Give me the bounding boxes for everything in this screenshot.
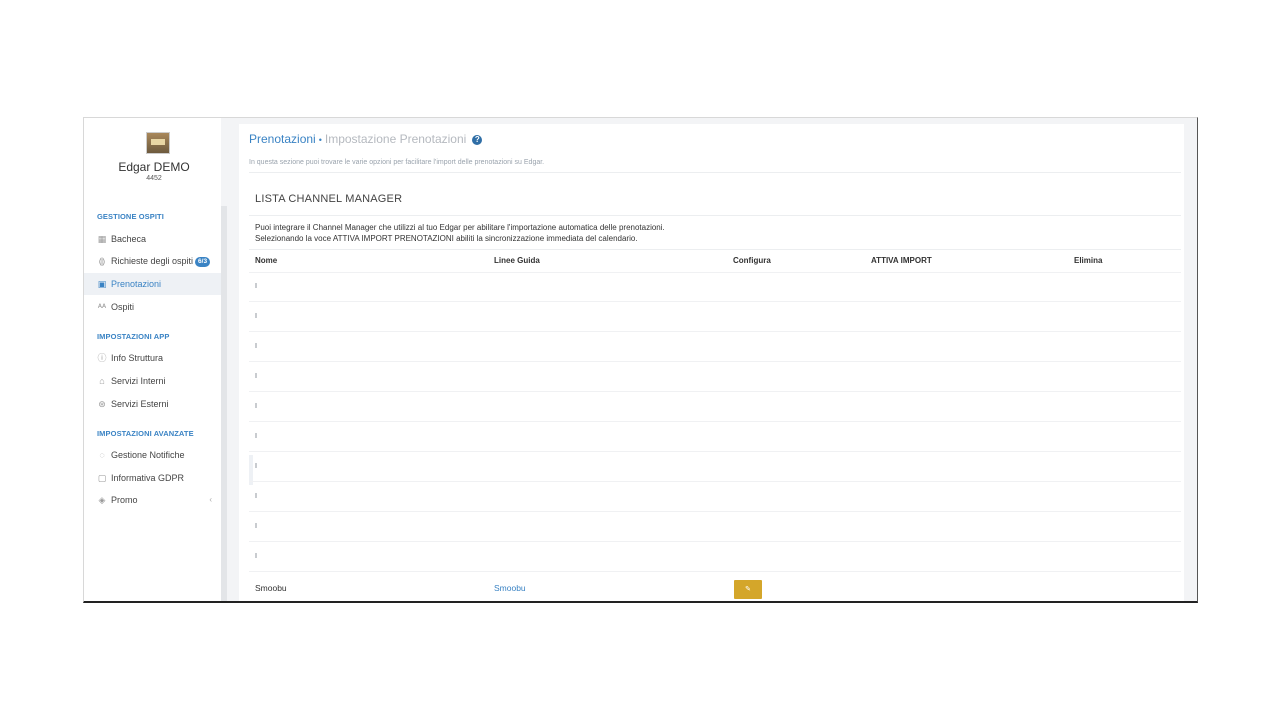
- sidebar: Edgar DEMO 4452 GESTIONE OSPITI ▦ Bacheca…: [84, 118, 222, 601]
- divider: [249, 249, 1181, 250]
- table-row-divider: [249, 602, 1181, 603]
- guests-icon: ᴬᴬ: [97, 302, 107, 312]
- sidebar-item-label: Promo: [111, 495, 138, 505]
- bell-icon: ⌂: [99, 376, 105, 386]
- lock-icon: ▢: [97, 473, 107, 483]
- table-row-stub: [255, 463, 257, 468]
- sidebar-item-ospiti[interactable]: ᴬᴬ Ospiti: [84, 296, 222, 318]
- column-header-linee-guida: Linee Guida: [494, 256, 540, 265]
- guide-link[interactable]: Smoobu: [494, 583, 526, 593]
- table-row-divider: [249, 571, 1181, 572]
- main-content: Prenotazioni • Impostazione Prenotazioni? …: [239, 124, 1184, 603]
- notification-icon: ◌: [99, 450, 105, 460]
- channel-name: Smoobu: [255, 583, 287, 593]
- table-row-divider: [249, 451, 1181, 452]
- sidebar-item-label: Bacheca: [111, 234, 147, 244]
- sidebar-item-label: Gestione Notifiche: [111, 450, 185, 460]
- sidebar-scrollbar[interactable]: [221, 206, 227, 601]
- table-row-divider: [249, 541, 1181, 542]
- column-header-attiva-import: ATTIVA IMPORT: [871, 256, 932, 265]
- sidebar-item-label: Info Struttura: [111, 353, 164, 363]
- section-gestione-ospiti: GESTIONE OSPITI: [97, 212, 164, 221]
- sidebar-item-label: Prenotazioni: [111, 279, 162, 289]
- table-row-divider: [249, 272, 1181, 273]
- sidebar-item-label: Informativa GDPR: [111, 473, 185, 483]
- external-icon: ⊛: [98, 399, 106, 409]
- calendar-icon: ▣: [97, 279, 107, 289]
- sidebar-item-informativa-gdpr[interactable]: ▢ Informativa GDPR: [84, 467, 222, 489]
- sidebar-item-label: Richieste degli ospiti: [111, 256, 194, 266]
- table-row-stub: [255, 493, 257, 498]
- info-icon: ⓘ: [97, 353, 107, 363]
- sidebar-item-servizi-esterni[interactable]: ⊛ Servizi Esterni: [84, 393, 222, 415]
- sidebar-item-servizi-interni[interactable]: ⌂ Servizi Interni: [84, 370, 222, 392]
- chevron-left-icon[interactable]: ‹: [209, 489, 212, 511]
- description-line-1: Puoi integrare il Channel Manager che ut…: [255, 223, 665, 232]
- page-title: Impostazione Prenotazioni: [324, 132, 467, 146]
- breadcrumb: Prenotazioni • Impostazione Prenotazioni?: [249, 132, 483, 146]
- tag-icon: ◈: [98, 495, 106, 505]
- sidebar-item-label: Ospiti: [111, 302, 135, 312]
- column-header-configura: Configura: [733, 256, 771, 265]
- sidebar-item-prenotazioni[interactable]: ▣ Prenotazioni: [84, 273, 222, 295]
- section-impostazioni-avanzate: IMPOSTAZIONI AVANZATE: [97, 429, 194, 438]
- user-name: Edgar DEMO: [118, 160, 190, 174]
- column-header-elimina: Elimina: [1074, 256, 1103, 265]
- description-line-2: Selezionando la voce ATTIVA IMPORT PRENO…: [255, 234, 638, 243]
- table-row-divider: [249, 331, 1181, 332]
- table-row-divider: [249, 421, 1181, 422]
- table-row-stub: [255, 313, 257, 318]
- table-row-divider: [249, 361, 1181, 362]
- avatar[interactable]: [146, 132, 170, 154]
- breadcrumb-separator: •: [318, 135, 322, 145]
- section-title: LISTA CHANNEL MANAGER: [255, 193, 403, 205]
- configure-button[interactable]: ✎: [734, 580, 762, 599]
- sidebar-item-bacheca[interactable]: ▦ Bacheca: [84, 228, 222, 250]
- table-row-stub: [255, 343, 257, 348]
- table-row-stub: [255, 433, 257, 438]
- sidebar-item-label: Servizi Interni: [111, 376, 166, 386]
- table-row-stub: [255, 553, 257, 558]
- column-header-nome: Nome: [255, 256, 278, 265]
- divider: [249, 215, 1181, 216]
- divider: [249, 172, 1181, 173]
- table-row-divider: [249, 511, 1181, 512]
- sidebar-item-info-struttura[interactable]: ⓘ Info Struttura: [84, 347, 222, 369]
- app-window: Edgar DEMO 4452 GESTIONE OSPITI ▦ Bacheca…: [83, 117, 1198, 603]
- table-row-divider: [249, 301, 1181, 302]
- sidebar-item-richieste[interactable]: ⟬⟭ Richieste degli ospiti 6/3: [84, 250, 222, 272]
- breadcrumb-prenotazioni[interactable]: Prenotazioni: [249, 132, 316, 146]
- edit-icon: ✎: [745, 586, 751, 593]
- help-icon[interactable]: ?: [472, 135, 483, 145]
- table-row-stub: [255, 403, 257, 408]
- table-row-divider: [249, 391, 1181, 392]
- requests-icon: ⟬⟭: [98, 256, 106, 266]
- table-row-stub: [255, 283, 257, 288]
- section-impostazioni-app: IMPOSTAZIONI APP: [97, 332, 170, 341]
- sidebar-item-gestione-notifiche[interactable]: ◌ Gestione Notifiche: [84, 444, 222, 466]
- table-row-stub: [255, 373, 257, 378]
- sidebar-item-promo[interactable]: ◈ Promo ‹: [84, 489, 222, 511]
- dashboard-icon: ▦: [97, 234, 107, 244]
- user-id: 4452: [146, 175, 162, 182]
- table-row-divider: [249, 481, 1181, 482]
- page-subtitle: In questa sezione puoi trovare le varie …: [249, 159, 545, 166]
- sidebar-item-label: Servizi Esterni: [111, 399, 169, 409]
- table-row-stub: [255, 523, 257, 528]
- requests-count-badge: 6/3: [195, 257, 211, 267]
